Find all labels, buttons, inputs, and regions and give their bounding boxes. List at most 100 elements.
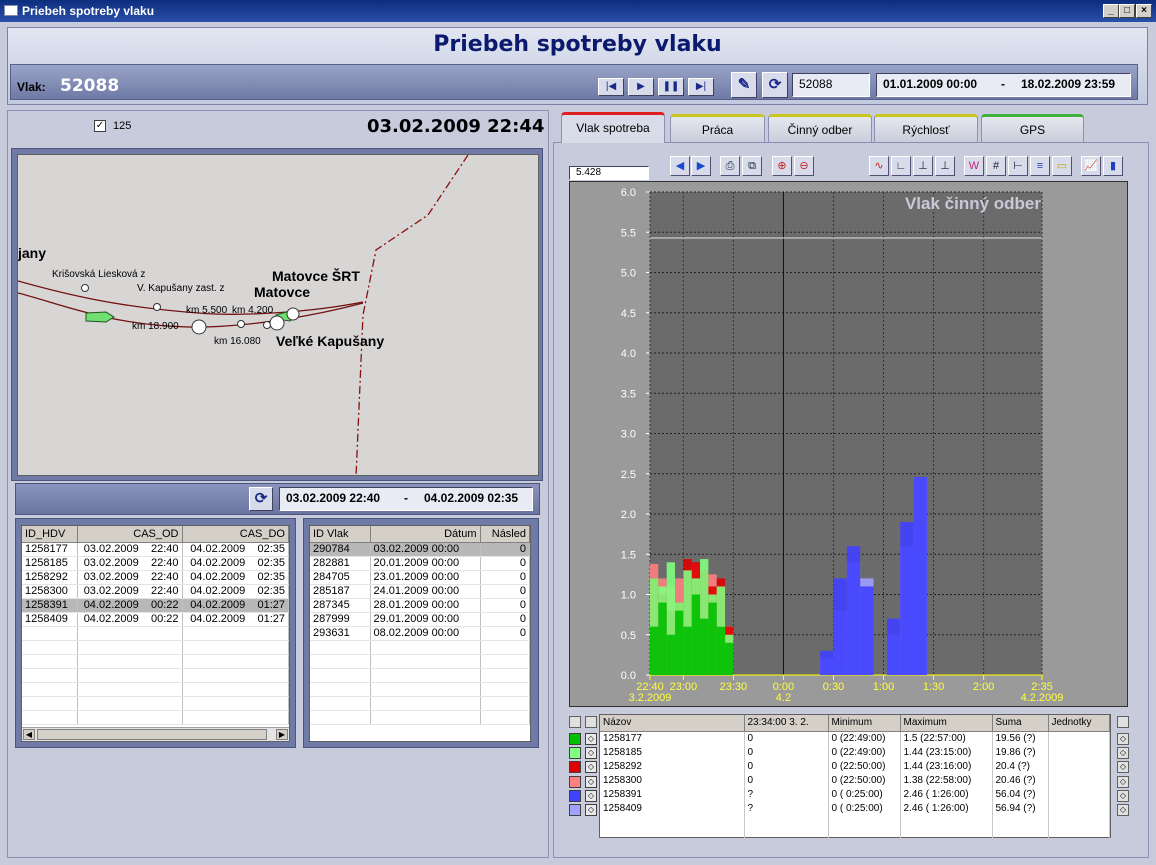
series-options-icon[interactable]: ◇ <box>1117 733 1129 745</box>
col-jednotky[interactable]: Jednotky <box>1048 715 1110 732</box>
date-range-field[interactable]: 01.01.2009 00:00 - 18.02.2009 23:59 <box>876 73 1131 97</box>
col-minimum[interactable]: Minimum <box>828 715 901 732</box>
scroll-right-icon[interactable]: ▶ <box>276 729 288 740</box>
chart-area[interactable]: 0.0 0.5 1.0 1.5 2.0 2.5 3.0 3.5 4.0 4.5 5.0 5.5 6.0 2… <box>569 181 1128 707</box>
refresh-icon[interactable]: ⟳ <box>762 72 788 98</box>
legend-min: 0 (22:50:00) <box>828 759 901 773</box>
hdv-table[interactable]: ID_HDV CAS_OD CAS_DO 1258177 03.02.2009 2… <box>21 525 290 742</box>
legend-row[interactable]: 1258177 0 0 (22:49:00) 1.5 (22:57:00) 19.56 … <box>600 731 1110 745</box>
axis-bottom-icon[interactable]: ⊥ <box>913 156 933 176</box>
prev-icon[interactable]: ◀ <box>670 156 690 176</box>
series-visible-toggle[interactable]: ◇ <box>585 747 597 760</box>
hdv-row[interactable]: 1258292 03.02.2009 22:40 04.02.2009 02:35 <box>22 570 289 585</box>
hdv-row[interactable]: 1258391 04.02.2009 00:22 04.02.2009 01:27 <box>22 598 289 613</box>
vlak-row[interactable]: 287999 29.01.2009 00:00 0 <box>310 612 530 627</box>
range-refresh-icon[interactable]: ⟳ <box>249 487 273 511</box>
last-button[interactable]: ▶| <box>688 78 714 96</box>
checkbox-125[interactable]: ✓ <box>94 120 106 132</box>
vlak-row[interactable]: 284705 23.01.2009 00:00 0 <box>310 570 530 585</box>
series-color-swatch[interactable] <box>569 747 581 760</box>
legend-row[interactable]: 1258409? 0 ( 0:25:00) 2.46 ( 1:26:00) 56.94… <box>600 801 1110 815</box>
range-field[interactable]: 03.02.2009 22:40 - 04.02.2009 02:35 <box>279 487 533 511</box>
legend-row[interactable]: 1258391? 0 ( 0:25:00) 2.46 ( 1:26:00) 56.04… <box>600 787 1110 801</box>
series-color-swatch[interactable] <box>569 775 581 788</box>
chart-type-icon[interactable]: ∿ <box>869 156 889 176</box>
minimize-button[interactable]: _ <box>1103 4 1119 18</box>
series-color-swatch[interactable] <box>569 789 581 802</box>
map-view[interactable]: jany Krišovská Liesková z V. Kapušany za… <box>17 154 539 476</box>
tab-1[interactable]: Práca <box>670 114 765 142</box>
legend-check-all[interactable] <box>569 716 581 728</box>
col-suma[interactable]: Suma <box>992 715 1049 732</box>
legend-options[interactable] <box>1117 716 1129 728</box>
axis-left-icon[interactable]: ∟ <box>891 156 911 176</box>
train-id-field[interactable]: 52088 <box>792 73 870 97</box>
axes-icon[interactable]: ⊢ <box>1008 156 1028 176</box>
next-icon[interactable]: ▶ <box>691 156 711 176</box>
hdv-row[interactable]: 1258185 03.02.2009 22:40 04.02.2009 02:35 <box>22 556 289 571</box>
first-button[interactable]: |◀ <box>598 78 624 96</box>
legend-table[interactable]: Názov 23:34:00 3. 2. Minimum Maximum Sum… <box>599 714 1111 843</box>
vlak-row[interactable]: 293631 08.02.2009 00:00 0 <box>310 626 530 641</box>
w-icon[interactable]: W <box>964 156 984 176</box>
col-current[interactable]: 23:34:00 3. 2. <box>744 715 829 732</box>
hdv-hscrollbar[interactable]: ◀ ▶ <box>22 727 289 741</box>
close-button[interactable]: × <box>1136 4 1152 18</box>
maximize-button[interactable]: □ <box>1119 4 1135 18</box>
col-cas-od[interactable]: CAS_OD <box>77 526 183 543</box>
series-visible-toggle[interactable]: ◇ <box>585 789 597 802</box>
tab-2[interactable]: Činný odber <box>768 114 872 142</box>
legend-row[interactable]: 1258185 0 0 (22:49:00) 1.44 (23:15:00) 19.86… <box>600 745 1110 759</box>
col-cas-do[interactable]: CAS_DO <box>182 526 289 543</box>
copy-icon[interactable]: ⧉ <box>742 156 762 176</box>
play-button[interactable]: ▶ <box>628 78 654 96</box>
vlak-row[interactable]: 282881 20.01.2009 00:00 0 <box>310 556 530 571</box>
series-options-icon[interactable]: ◇ <box>1117 789 1129 802</box>
legend-check-all-2[interactable] <box>585 716 597 728</box>
series-visible-toggle[interactable]: ◇ <box>585 775 597 788</box>
fill-icon[interactable]: ▭ <box>1052 156 1072 176</box>
vlak-row[interactable]: 287345 28.01.2009 00:00 0 <box>310 598 530 613</box>
empty-row <box>310 668 530 683</box>
axis-right-icon[interactable]: ⊥ <box>935 156 955 176</box>
hdv-row[interactable]: 1258300 03.02.2009 22:40 04.02.2009 02:35 <box>22 584 289 599</box>
chart-edit-icon[interactable]: ✎ <box>731 72 757 98</box>
pause-button[interactable]: ❚❚ <box>658 78 684 96</box>
vlak-row[interactable]: 285187 24.01.2009 00:00 0 <box>310 584 530 599</box>
hdv-row[interactable]: 1258409 04.02.2009 00:22 04.02.2009 01:27 <box>22 612 289 627</box>
series-color-swatch[interactable] <box>569 733 581 745</box>
legend-row[interactable]: 1258292 0 0 (22:50:00) 1.44 (23:16:00) 20.4 … <box>600 759 1110 773</box>
series-options-icon[interactable]: ◇ <box>1117 747 1129 760</box>
col-maximum[interactable]: Maximum <box>900 715 993 732</box>
bar-chart-icon[interactable]: ▮ <box>1103 156 1123 176</box>
series-options-icon[interactable]: ◇ <box>1117 775 1129 788</box>
col-id-vlak[interactable]: ID Vlak <box>310 526 371 543</box>
legend-icon[interactable]: ≡ <box>1030 156 1050 176</box>
col-datum[interactable]: Dátum <box>370 526 481 543</box>
scroll-left-icon[interactable]: ◀ <box>23 729 35 740</box>
vlak-table[interactable]: ID Vlak Dátum Násled 290784 03.02.2009 00… <box>309 525 531 742</box>
zoom-in-icon[interactable]: ⊕ <box>772 156 792 176</box>
series-options-icon[interactable]: ◇ <box>1117 804 1129 816</box>
chart-value-field[interactable]: 5.428 <box>569 166 649 180</box>
hdv-row[interactable]: 1258177 03.02.2009 22:40 04.02.2009 02:35 <box>22 542 289 557</box>
col-nasled[interactable]: Násled <box>480 526 530 543</box>
tab-3[interactable]: Rýchlosť <box>874 114 978 142</box>
series-visible-toggle[interactable]: ◇ <box>585 761 597 774</box>
vlak-row[interactable]: 290784 03.02.2009 00:00 0 <box>310 542 530 557</box>
tab-4[interactable]: GPS <box>981 114 1084 142</box>
scroll-thumb[interactable] <box>37 729 267 740</box>
line-chart-icon[interactable]: 📈 <box>1081 156 1101 176</box>
series-visible-toggle[interactable]: ◇ <box>585 733 597 745</box>
legend-row[interactable]: 1258300 0 0 (22:50:00) 1.38 (22:58:00) 20.46… <box>600 773 1110 787</box>
grid-icon[interactable]: # <box>986 156 1006 176</box>
tab-0[interactable]: Vlak spotreba <box>561 112 665 143</box>
zoom-out-icon[interactable]: ⊖ <box>794 156 814 176</box>
series-visible-toggle[interactable]: ◇ <box>585 804 597 816</box>
series-color-swatch[interactable] <box>569 761 581 774</box>
col-nazov[interactable]: Názov <box>600 715 745 732</box>
series-color-swatch[interactable] <box>569 804 581 816</box>
series-options-icon[interactable]: ◇ <box>1117 761 1129 774</box>
col-id-hdv[interactable]: ID_HDV <box>22 526 78 543</box>
print-icon[interactable]: ⎙ <box>720 156 740 176</box>
